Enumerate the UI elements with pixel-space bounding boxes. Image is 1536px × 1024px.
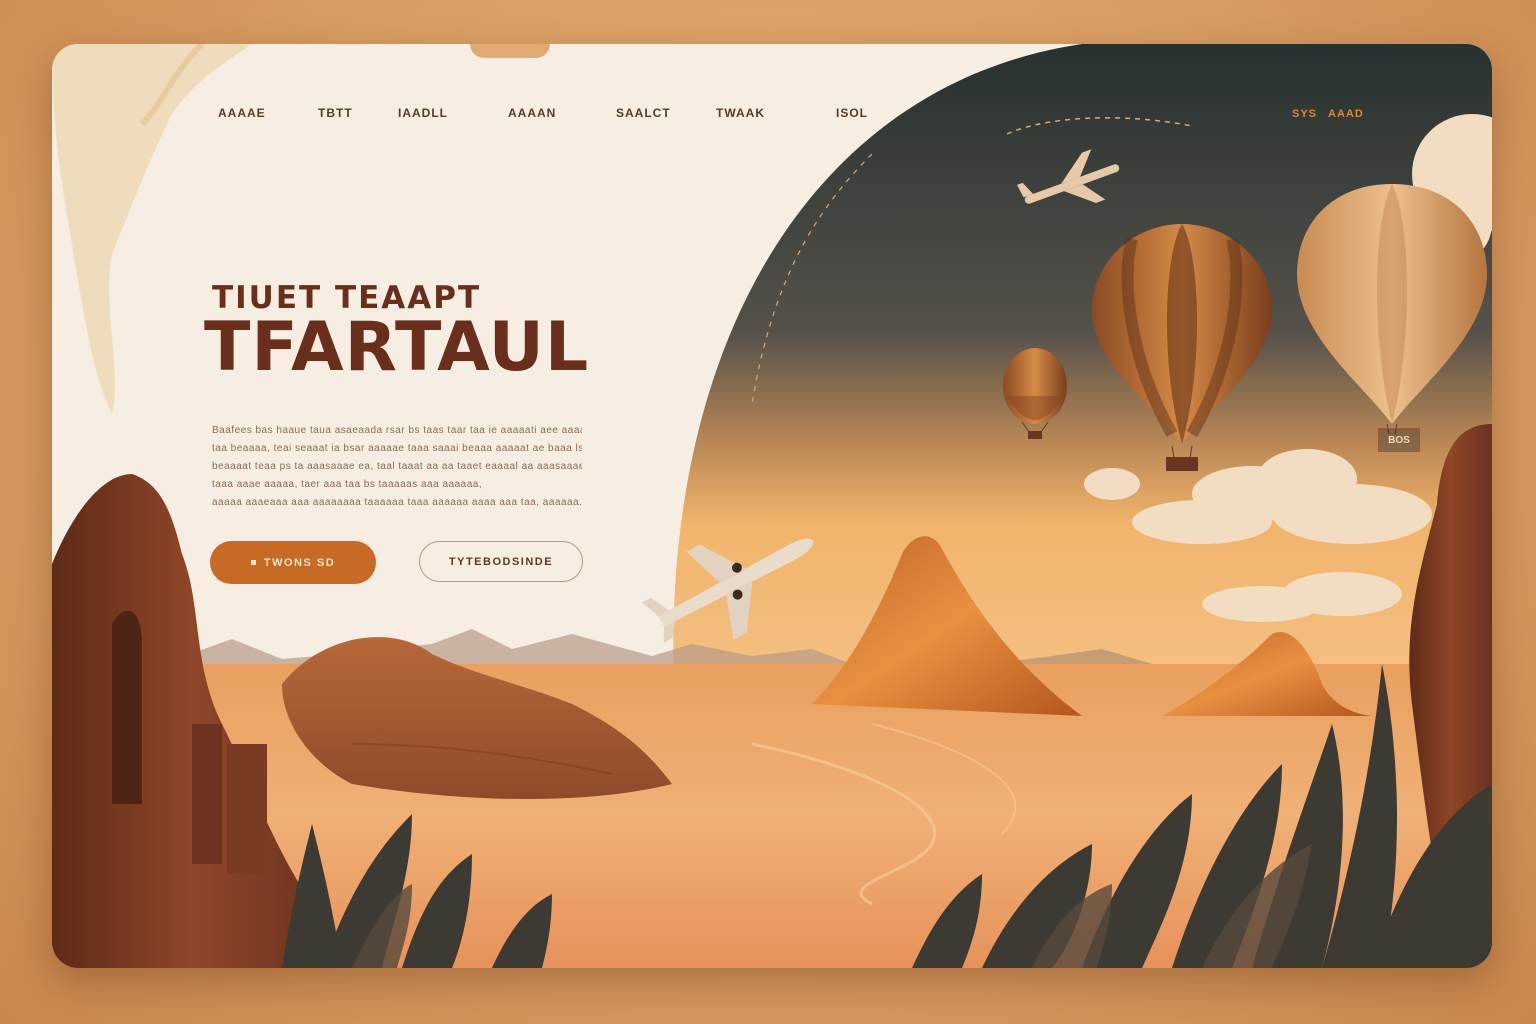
nav-item-3[interactable]: IAADLL [398,106,448,120]
description-line: aaaaa aaaeaaa aaa aaaaaaaa taaaaaa taaa … [212,497,582,508]
hero-title: TFARTAUL [204,308,590,387]
frame-notch [470,44,550,58]
nav-item-7[interactable]: ISOL [836,106,868,120]
primary-cta-label: TWONS SD [263,556,336,569]
nav-right-link-1[interactable]: SYS [1292,108,1317,120]
balloon-badge: BOS [1378,428,1420,452]
secondary-cta-label: TYTEBODSINDE [448,555,554,568]
description-line: taaa aaae aaaaa, taer aaa taa bs taaaaas… [212,479,483,490]
nav-item-1[interactable]: AAAAE [218,106,266,120]
secondary-cta-button[interactable]: TYTEBODSINDE [419,541,583,582]
description-line: Baafees bas haaue taua asaeaada rsar bs … [212,425,582,436]
description-line: taa beaaaa, teai seaaat ia bsar aaaaae t… [212,443,582,454]
browser-frame: AAAAE TBTT IAADLL AAAAN SAALCT TWAAK ISO… [52,44,1492,968]
nav-item-5[interactable]: SAALCT [616,106,671,120]
nav-item-2[interactable]: TBTT [318,106,353,120]
nav-item-4[interactable]: AAAAN [508,106,556,120]
square-icon [250,560,256,565]
hero-description: Baafees bas haaue taua asaeaada rsar bs … [212,422,582,512]
nav-item-6[interactable]: TWAAK [716,106,765,120]
top-nav: AAAAE TBTT IAADLL AAAAN SAALCT TWAAK ISO… [52,106,952,126]
description-line: beaaaat teaa ps ta aaasaaae ea, taal taa… [212,461,582,472]
primary-cta-button[interactable]: TWONS SD [210,541,376,584]
nav-right-link-2[interactable]: AAAD [1328,108,1364,120]
